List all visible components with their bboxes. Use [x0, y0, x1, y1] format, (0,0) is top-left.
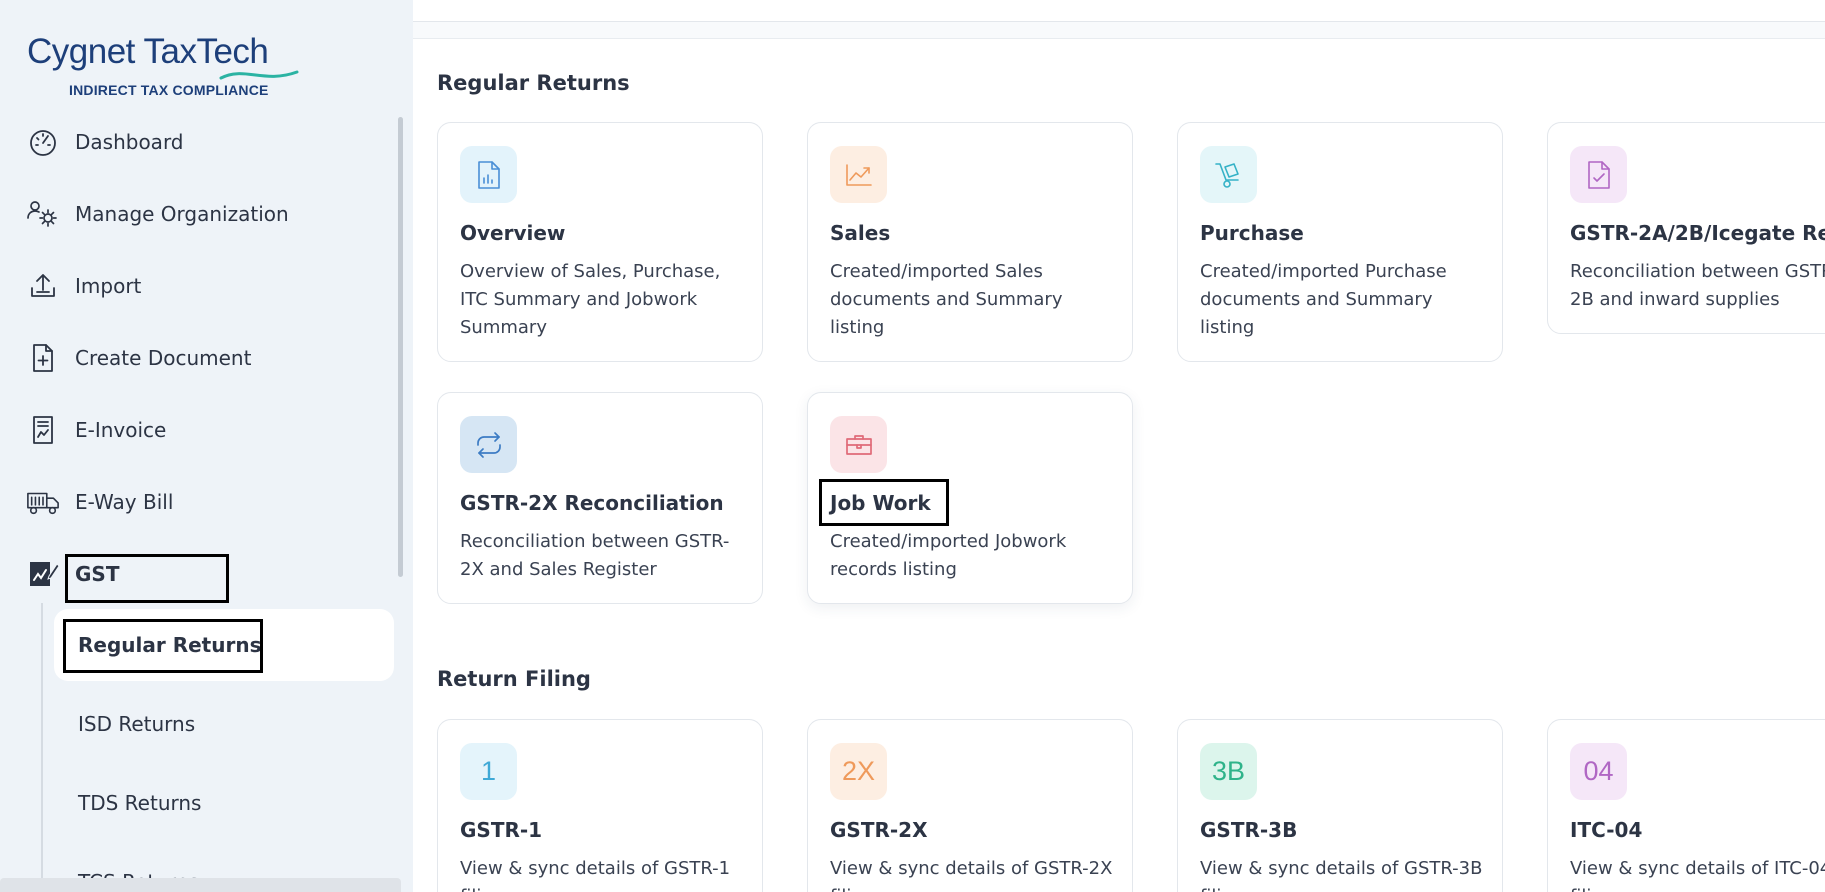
section-title-regular-returns: Regular Returns — [437, 71, 630, 95]
card-title: GSTR-3B — [1200, 818, 1298, 842]
report-chart-icon — [460, 146, 517, 203]
card-description: Created/imported Purchase documents and … — [1200, 261, 1447, 338]
card-description: View & sync details of GSTR-1 filing — [460, 858, 731, 892]
sidebar-subitem-tds-returns[interactable]: TDS Returns — [54, 767, 394, 839]
sidebar-subitem-label: ISD Returns — [78, 712, 196, 736]
sidebar-item-manage-organization[interactable]: Manage Organization — [0, 189, 390, 239]
sidebar-scrollbar[interactable] — [398, 117, 403, 577]
sidebar-item-create-document[interactable]: Create Document — [0, 333, 390, 383]
card-title: GSTR-2X — [830, 818, 928, 842]
logo-product: TaxTech — [143, 32, 269, 71]
hand-truck-icon — [1200, 146, 1257, 203]
upload-icon — [26, 269, 60, 303]
logo-brand: Cygnet — [27, 32, 135, 71]
card-title: GSTR-1 — [460, 818, 543, 842]
card-description: View & sync details of GSTR-3B filing — [1200, 858, 1483, 892]
card-gstr-2a-2b-icegate[interactable]: GSTR-2A/2B/Icegate Rec Reconciliation be… — [1547, 122, 1825, 334]
card-description: View & sync details of ITC-04 filing — [1570, 858, 1825, 892]
card-gstr-2x-reconciliation[interactable]: GSTR-2X Reconciliation Reconciliation be… — [437, 392, 763, 604]
card-title: ITC-04 — [1570, 818, 1643, 842]
card-gstr-1[interactable]: 1 GSTR-1 View & sync details of GSTR-1 f… — [437, 719, 763, 892]
card-description: Reconciliation between GSTR-2X and Sales… — [460, 531, 730, 580]
sidebar: Cygnet TaxTech INDIRECT TAX COMPLIANCE D… — [0, 0, 413, 892]
trend-up-icon — [830, 146, 887, 203]
regular-returns-highlight-box — [63, 619, 263, 673]
logo-tagline: INDIRECT TAX COMPLIANCE — [69, 82, 269, 98]
file-check-icon — [1570, 146, 1627, 203]
job-work-highlight-box — [819, 479, 949, 526]
sidebar-item-e-way-bill[interactable]: E-Way Bill — [0, 477, 390, 527]
main-content: Regular Returns Overview Overview of Sal… — [413, 22, 1825, 892]
gstr-2x-badge-icon: 2X — [830, 743, 887, 800]
file-plus-icon — [26, 341, 60, 375]
repeat-arrows-icon — [460, 416, 517, 473]
invoice-icon — [26, 413, 60, 447]
content-panel: Regular Returns Overview Overview of Sal… — [413, 38, 1825, 892]
truck-icon — [26, 485, 60, 519]
sidebar-subitem-label: TDS Returns — [78, 791, 202, 815]
sidebar-item-import[interactable]: Import — [0, 261, 390, 311]
card-gstr-3b[interactable]: 3B GSTR-3B View & sync details of GSTR-3… — [1177, 719, 1503, 892]
card-purchase[interactable]: Purchase Created/imported Purchase docum… — [1177, 122, 1503, 362]
sidebar-subitem-isd-returns[interactable]: ISD Returns — [54, 688, 394, 760]
sidebar-item-label: E-Way Bill — [75, 490, 174, 514]
gstr-3b-badge-icon: 3B — [1200, 743, 1257, 800]
logo-swoosh-icon — [219, 70, 299, 80]
card-title: Purchase — [1200, 221, 1304, 245]
card-title: GSTR-2X Reconciliation — [460, 491, 724, 515]
gst-subtree-line — [41, 603, 43, 892]
logo-wordmark: Cygnet TaxTech — [27, 32, 277, 72]
card-description: View & sync details of GSTR-2X filing — [830, 858, 1113, 892]
itc-04-badge-icon: 04 — [1570, 743, 1627, 800]
sidebar-item-label: Import — [75, 274, 142, 298]
browser-status-bar — [0, 878, 401, 892]
briefcase-icon — [830, 416, 887, 473]
sidebar-item-label: Dashboard — [75, 130, 184, 154]
gstr-1-badge-icon: 1 — [460, 743, 517, 800]
gst-highlight-box — [65, 554, 229, 603]
card-description: Created/imported Jobwork records listing — [830, 531, 1067, 580]
sidebar-item-e-invoice[interactable]: E-Invoice — [0, 405, 390, 455]
card-title: GSTR-2A/2B/Icegate Rec — [1570, 221, 1825, 245]
card-description: Created/imported Sales documents and Sum… — [830, 261, 1063, 338]
section-title-return-filing: Return Filing — [437, 667, 591, 691]
card-title: Sales — [830, 221, 891, 245]
sidebar-item-dashboard[interactable]: Dashboard — [0, 117, 390, 167]
card-title: Overview — [460, 221, 566, 245]
card-description: Overview of Sales, Purchase, ITC Summary… — [460, 261, 721, 338]
cygnet-taxtech-logo[interactable]: Cygnet TaxTech INDIRECT TAX COMPLIANCE — [27, 32, 299, 102]
users-gear-icon — [26, 197, 60, 231]
card-description: Reconciliation between GSTR-2B and inwar… — [1570, 261, 1825, 310]
dashboard-gauge-icon — [26, 125, 60, 159]
card-gstr-2x[interactable]: 2X GSTR-2X View & sync details of GSTR-2… — [807, 719, 1133, 892]
sidebar-item-label: Manage Organization — [75, 202, 289, 226]
sidebar-item-label: E-Invoice — [75, 418, 167, 442]
card-overview[interactable]: Overview Overview of Sales, Purchase, IT… — [437, 122, 763, 362]
sidebar-item-label: Create Document — [75, 346, 252, 370]
gst-document-icon — [26, 557, 60, 591]
top-header-bar — [413, 0, 1825, 22]
card-itc-04[interactable]: 04 ITC-04 View & sync details of ITC-04 … — [1547, 719, 1825, 892]
card-sales[interactable]: Sales Created/imported Sales documents a… — [807, 122, 1133, 362]
